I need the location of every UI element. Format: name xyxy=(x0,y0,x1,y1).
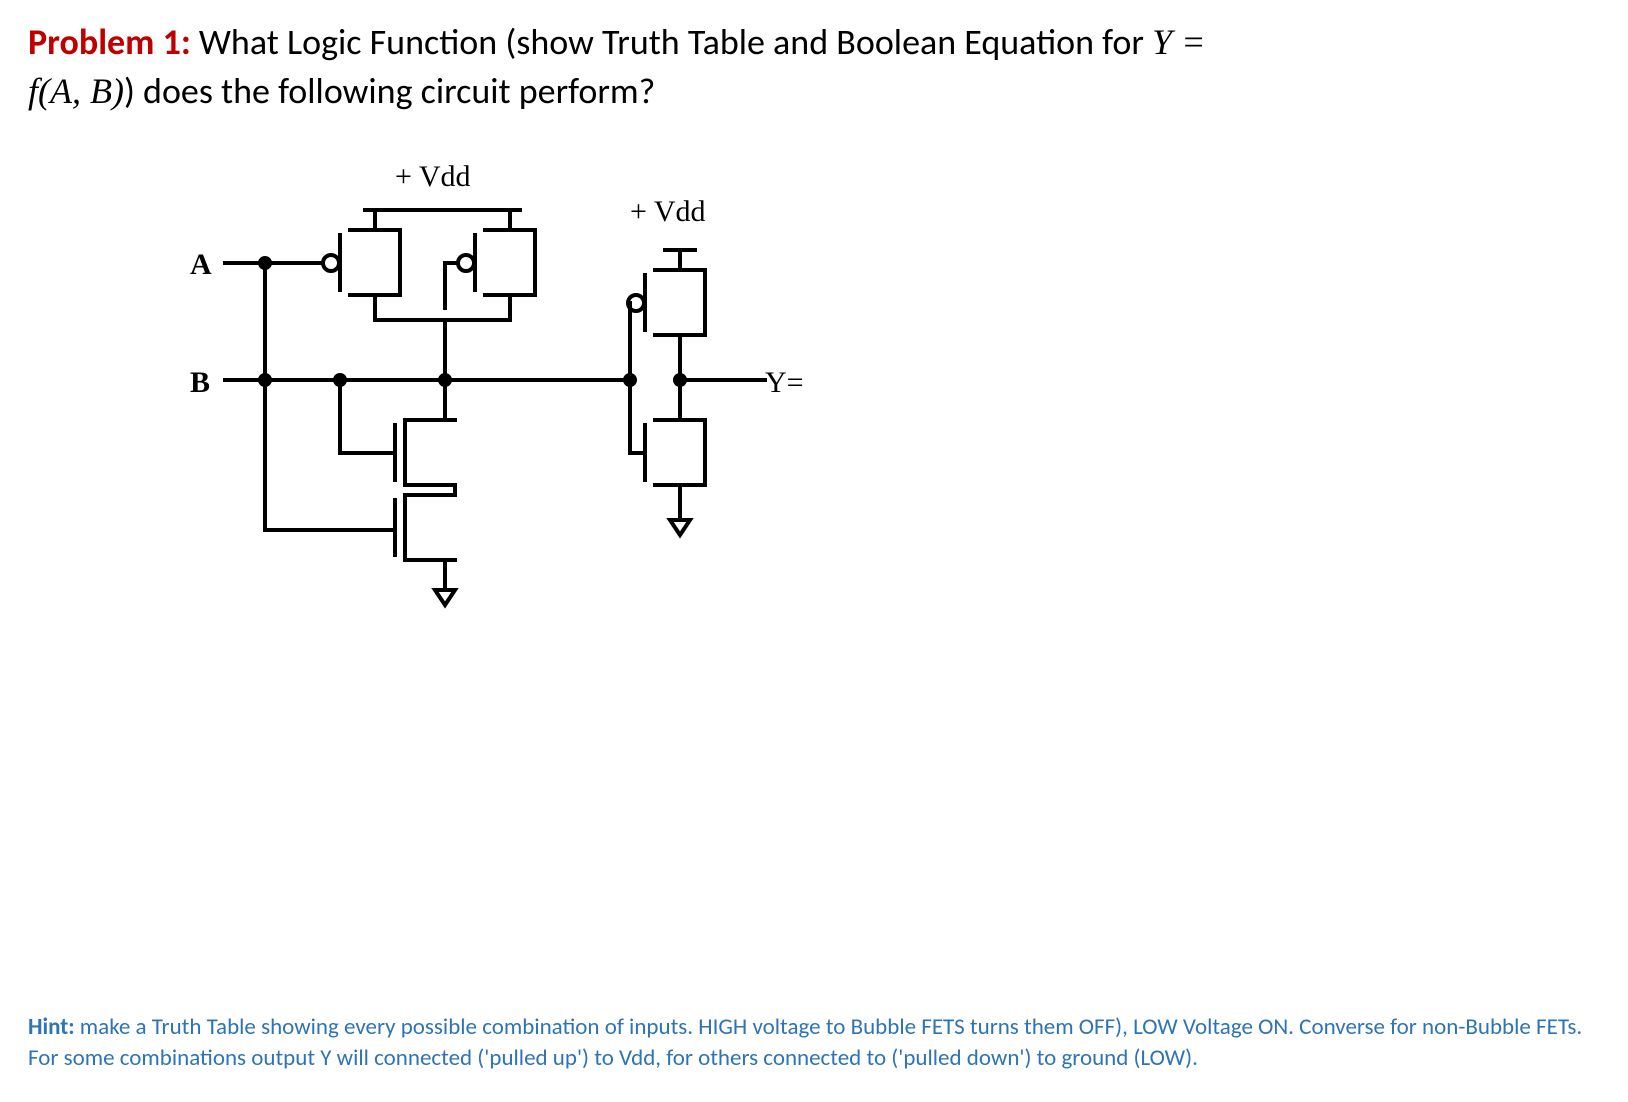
f-a-b: f(A, B) xyxy=(28,71,124,111)
circuit-diagram: + Vdd + Vdd A B Y= xyxy=(190,160,870,670)
problem-text-1: What Logic Function (show Truth Table an… xyxy=(191,20,1152,64)
output-y-label: Y= xyxy=(765,366,804,400)
input-a-label: A xyxy=(190,248,212,282)
input-b-label: B xyxy=(190,366,210,400)
hint-label: Hint: xyxy=(28,1013,75,1041)
circuit-svg xyxy=(210,190,770,650)
hint-paragraph: Hint: make a Truth Table showing every p… xyxy=(28,1012,1600,1074)
y-equals: Y = xyxy=(1152,22,1205,62)
hint-body: make a Truth Table showing every possibl… xyxy=(28,1013,1582,1072)
problem-label: Problem 1: xyxy=(28,20,191,64)
problem-text-2: ) does the following circuit perform? xyxy=(124,69,655,113)
problem-heading: Problem 1: What Logic Function (show Tru… xyxy=(28,18,1600,115)
vdd-label-1: + Vdd xyxy=(395,160,471,194)
